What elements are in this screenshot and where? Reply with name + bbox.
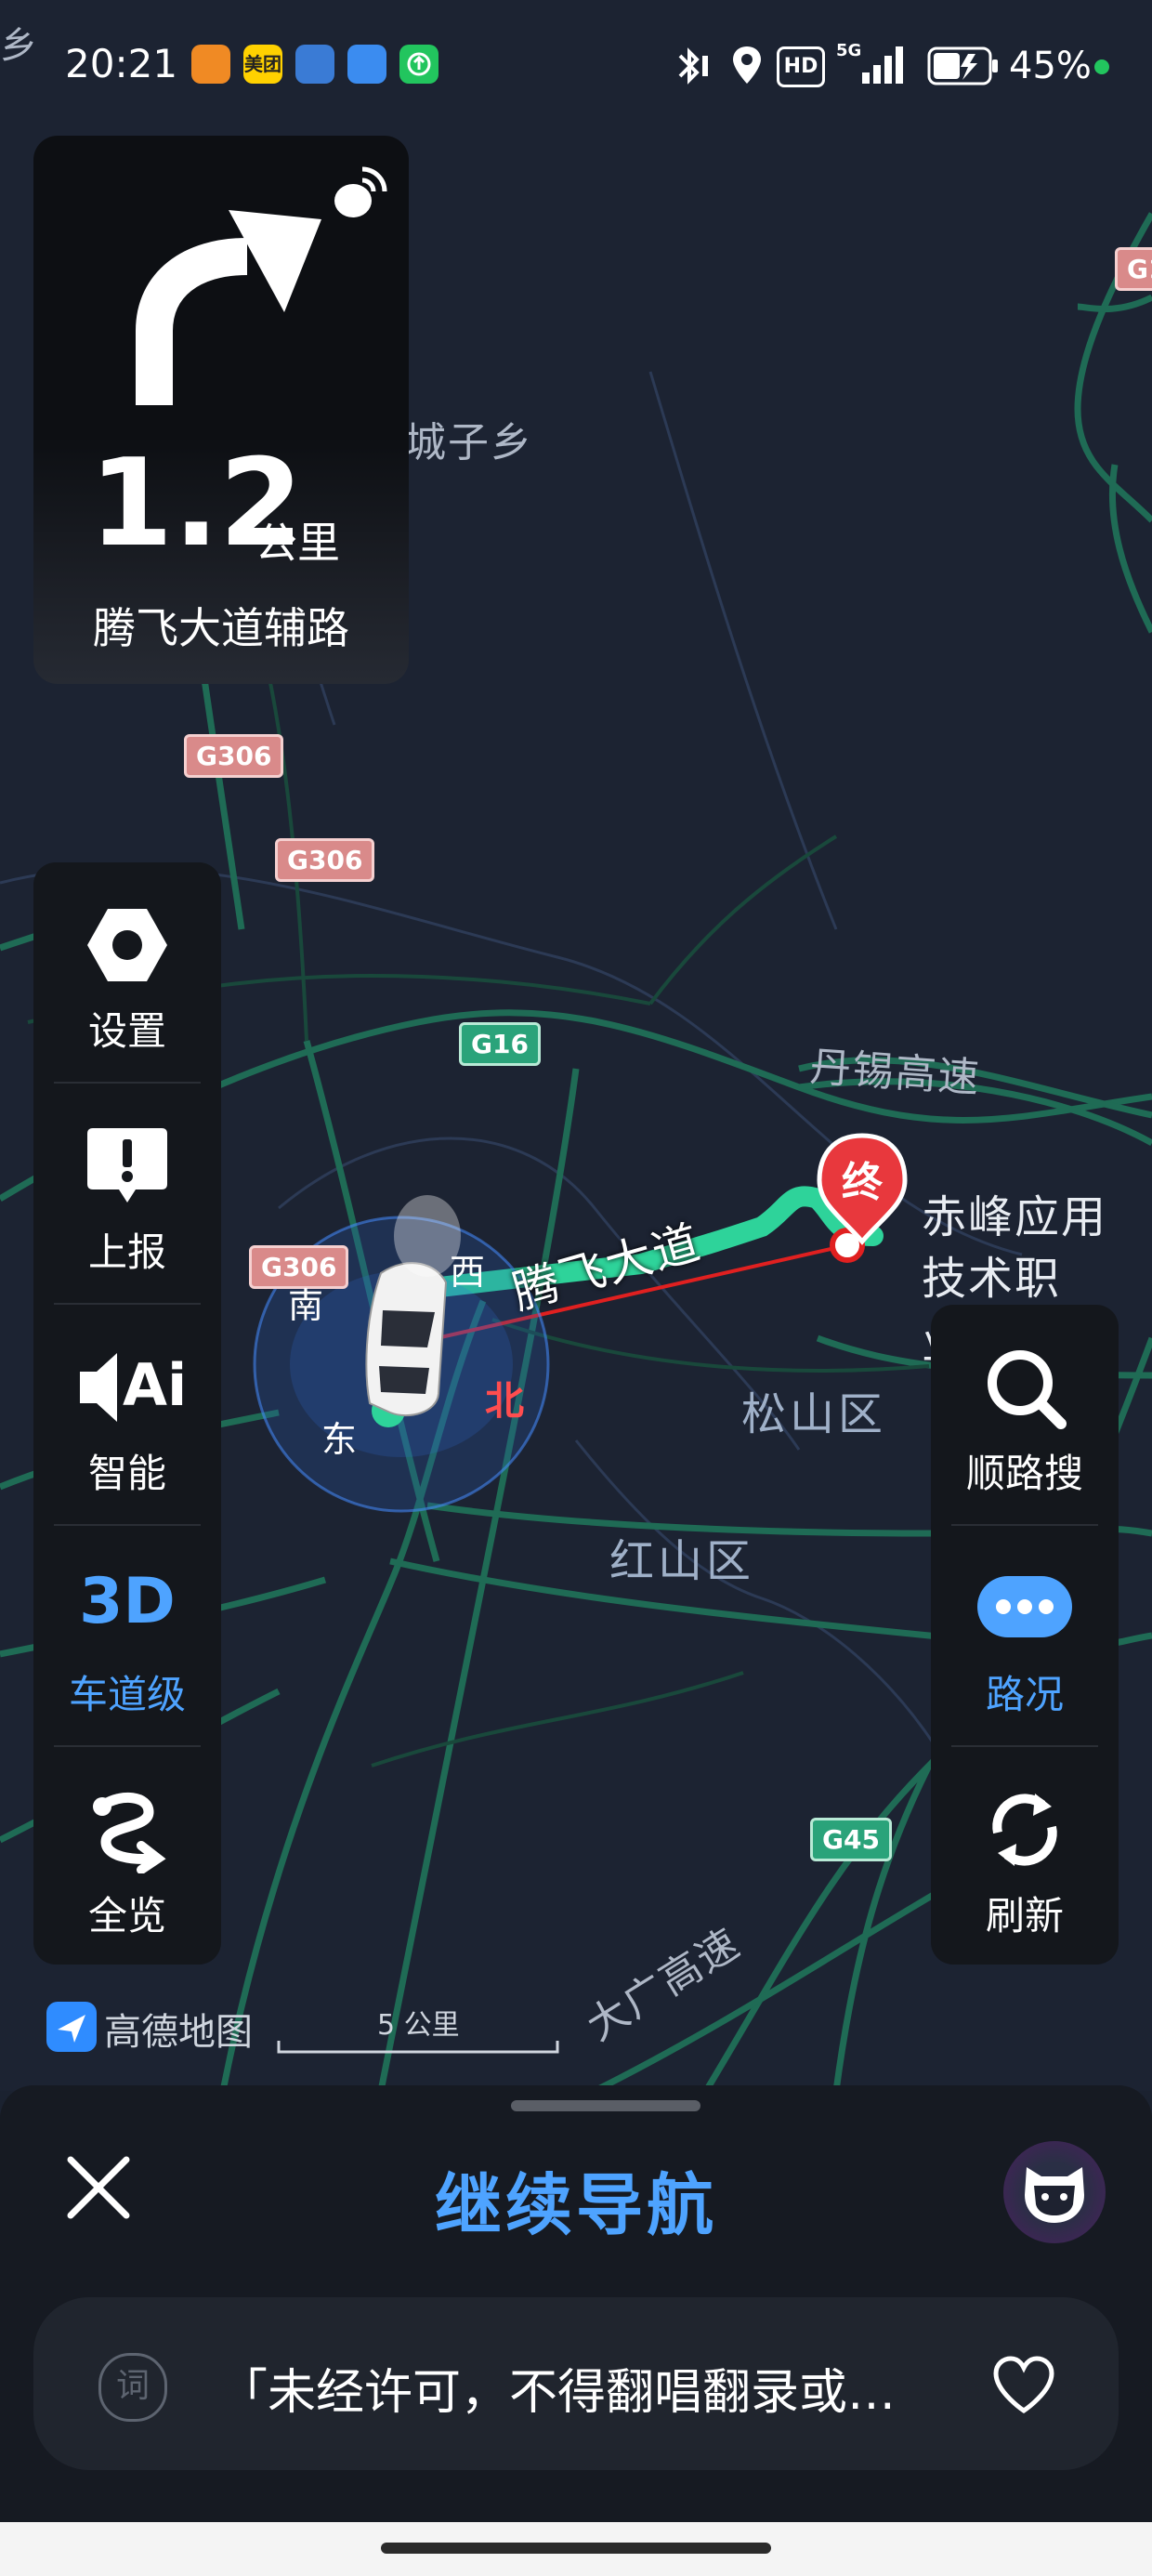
overview-label: 全览 <box>87 1893 166 1939</box>
refresh-label: 刷新 <box>985 1893 1064 1939</box>
highway-shield: G306 <box>184 734 284 778</box>
system-nav-area <box>0 2522 1152 2576</box>
traffic-label: 路况 <box>985 1672 1064 1717</box>
bluetooth-icon <box>678 47 708 85</box>
3d-icon: 3D <box>79 1565 176 1638</box>
right-toolbar: 顺路搜 路况 刷新 <box>931 1305 1119 1965</box>
ai-icon: Ai <box>123 1351 188 1419</box>
next-road-name: 腾飞大道辅路 <box>93 603 349 653</box>
highway-shield: G1 <box>1115 247 1152 291</box>
compass-south: 南 <box>288 1285 324 1326</box>
scale-label: 5 公里 <box>377 2009 460 2042</box>
end-marker-label: 终 <box>842 1159 883 1206</box>
battery-dot <box>1094 59 1109 74</box>
compass-west: 西 <box>450 1252 486 1293</box>
turn-guidance-card[interactable]: 1.2 公里 腾飞大道辅路 <box>33 136 409 684</box>
voice-assistant-button[interactable] <box>1003 2141 1106 2243</box>
settings-label: 设置 <box>87 1008 166 1054</box>
music-lyric-bar[interactable]: 词 「未经许可，不得翻唱翻录或… <box>33 2297 1119 2470</box>
game-icon <box>295 45 334 84</box>
hd-icon: HD <box>777 46 825 87</box>
battery-icon <box>927 46 998 85</box>
smart-voice-button[interactable]: Ai 智能 <box>33 1305 221 1524</box>
route-overview-icon <box>93 1792 166 1873</box>
drag-handle[interactable] <box>511 2100 700 2111</box>
assistant-avatar-icon <box>1025 2167 1084 2223</box>
search-along-route-button[interactable]: 顺路搜 <box>931 1305 1119 1524</box>
overview-button[interactable]: 全览 <box>33 1747 221 1966</box>
meituan-icon: 美团 <box>243 45 282 84</box>
heart-icon[interactable] <box>990 2353 1057 2416</box>
settings-button[interactable]: 设置 <box>33 862 221 1082</box>
bottom-panel: 继续导航 词 「未经许可，不得翻唱翻录或… <box>0 2085 1152 2522</box>
highway-label: 丹锡高速 <box>808 1043 983 1103</box>
search-icon <box>988 1350 1067 1429</box>
home-indicator[interactable] <box>381 2543 771 2554</box>
highway-shield: G45 <box>810 1818 892 1861</box>
district-label: 松山区 <box>741 1388 887 1440</box>
turn-distance-unit: 公里 <box>255 518 340 568</box>
settings-icon <box>87 909 167 981</box>
amap-logo-icon <box>46 2002 97 2052</box>
location-icon <box>733 46 761 84</box>
traffic-button[interactable]: 路况 <box>931 1526 1119 1745</box>
destination-label: 赤峰应用 <box>922 1191 1108 1243</box>
close-icon <box>67 2156 130 2219</box>
highway-shield: G306 <box>275 838 375 882</box>
smart-label: 智能 <box>87 1451 166 1496</box>
report-button[interactable]: 上报 <box>33 1084 221 1303</box>
refresh-button[interactable]: 刷新 <box>931 1747 1119 1966</box>
report-label: 上报 <box>87 1229 166 1275</box>
status-bar: 20:21 美团 HD 5G 45% <box>0 0 1152 130</box>
gps-satellite-icon <box>334 166 387 217</box>
place-label: 城子乡 <box>405 419 533 467</box>
report-icon <box>87 1128 167 1203</box>
search-along-route-label: 顺路搜 <box>965 1451 1083 1496</box>
compass-east: 东 <box>321 1419 358 1460</box>
continue-navigation-button[interactable]: 继续导航 <box>344 2150 808 2248</box>
compass-north: 北 <box>485 1378 525 1424</box>
lane-level-label: 车道级 <box>68 1672 186 1717</box>
exit-navigation-button[interactable] <box>52 2141 145 2234</box>
turn-right-icon <box>136 210 321 405</box>
lane-level-button[interactable]: 3D 车道级 <box>33 1526 221 1745</box>
left-toolbar: 设置 上报 Ai 智能 3D 车道级 全览 <box>33 862 221 1965</box>
status-time: 20:21 <box>65 41 178 86</box>
lyric-text: 「未经许可，不得翻唱翻录或… <box>219 2365 897 2421</box>
highway-shield: G16 <box>459 1022 541 1066</box>
speaker-icon <box>80 1353 117 1422</box>
battery-percent: 45% <box>1009 45 1092 87</box>
app-icon-4 <box>347 45 386 84</box>
lyric-icon: 词 <box>98 2353 167 2422</box>
green-app-icon <box>399 45 439 84</box>
district-label: 红山区 <box>609 1535 755 1587</box>
refresh-icon <box>992 1794 1057 1866</box>
app-icon-1 <box>191 45 230 84</box>
amap-brand: 高德地图 <box>104 2011 253 2054</box>
traffic-icon <box>977 1576 1072 1637</box>
5g-signal-icon <box>862 46 903 84</box>
